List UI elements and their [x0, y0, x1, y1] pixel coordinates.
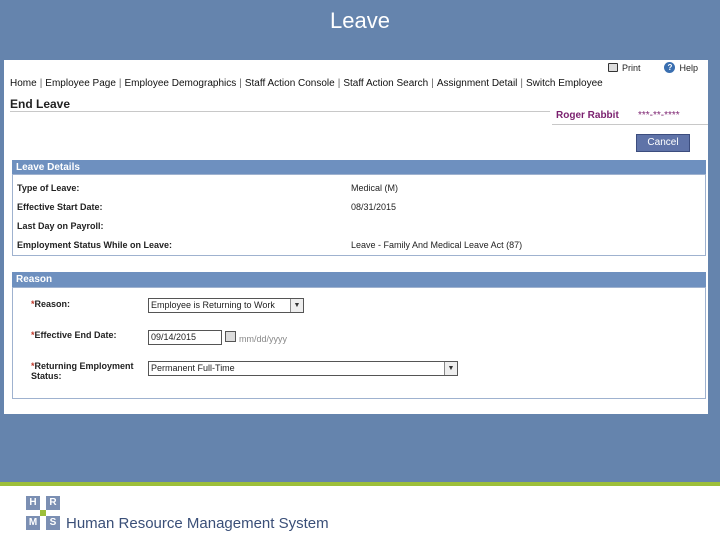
logo-letter: M [26, 516, 40, 530]
nav-link-staff-action-console[interactable]: Staff Action Console [245, 78, 335, 89]
slide-bottom-band [0, 414, 720, 482]
print-label: Print [621, 62, 641, 73]
detail-label: Type of Leave: [17, 183, 80, 193]
nav-link-employee-page[interactable]: Employee Page [45, 78, 116, 89]
printer-icon [607, 63, 618, 72]
employee-id: ***-**-**** [638, 110, 680, 121]
nav-link-switch-employee[interactable]: Switch Employee [526, 78, 603, 89]
detail-label: Last Day on Payroll: [17, 221, 104, 231]
system-name: Human Resource Management System [66, 515, 329, 532]
date-format-hint: mm/dd/yyyy [239, 334, 288, 344]
nav-separator: | [118, 78, 122, 89]
breadcrumb-nav: Home | Employee Page | Employee Demographics… [10, 78, 603, 89]
hrms-logo: H R M S [26, 496, 60, 530]
logo-letter: S [46, 516, 60, 530]
nav-separator: | [520, 78, 524, 89]
leave-details-panel: Type of Leave: Medical (M) Effective Sta… [12, 174, 706, 256]
employee-divider [552, 124, 708, 125]
returning-status-label: *Returning Employment Status: [31, 361, 134, 381]
reason-select[interactable]: Employee is Returning to Work ▼ [148, 298, 304, 313]
cancel-button[interactable]: Cancel [636, 134, 690, 152]
nav-link-employee-demographics[interactable]: Employee Demographics [125, 78, 237, 89]
reason-header: Reason [12, 272, 706, 287]
nav-link-home[interactable]: Home [10, 78, 37, 89]
utility-bar: Print ? Help [607, 62, 698, 73]
reason-select-value: Employee is Returning to Work [151, 300, 275, 310]
help-icon: ? [664, 62, 676, 73]
end-date-input[interactable]: 09/14/2015 [148, 330, 222, 345]
detail-value: Leave - Family And Medical Leave Act (87… [351, 240, 523, 250]
detail-value: 08/31/2015 [351, 202, 397, 212]
page-title: End Leave [10, 97, 71, 111]
slide-right-border [708, 60, 720, 415]
detail-value: Medical (M) [351, 183, 399, 193]
detail-label: Effective Start Date: [17, 202, 103, 212]
nav-link-assignment-detail[interactable]: Assignment Detail [437, 78, 518, 89]
nav-separator: | [431, 78, 434, 89]
calendar-icon[interactable] [225, 331, 236, 342]
leave-details-header: Leave Details [12, 160, 706, 175]
slide-title: Leave [330, 8, 390, 33]
employee-name: Roger Rabbit [556, 110, 619, 121]
end-date-label: *Effective End Date: [31, 330, 117, 340]
help-button[interactable]: ? Help [664, 62, 698, 73]
reason-panel: *Reason: Employee is Returning to Work ▼… [12, 287, 706, 399]
returning-status-value: Permanent Full-Time [151, 363, 235, 373]
nav-separator: | [39, 78, 43, 89]
detail-label: Employment Status While on Leave: [17, 240, 173, 250]
chevron-down-icon: ▼ [290, 299, 303, 312]
logo-center-mark [40, 510, 46, 516]
title-divider [10, 111, 550, 112]
logo-letter: R [46, 496, 60, 510]
returning-status-select[interactable]: Permanent Full-Time ▼ [148, 361, 458, 376]
chevron-down-icon: ▼ [444, 362, 457, 375]
nav-separator: | [239, 78, 242, 89]
logo-letter: H [26, 496, 40, 510]
print-button[interactable]: Print [607, 62, 641, 73]
app-screen: Print ? Help Home | Employee Page | Employee… [4, 60, 708, 414]
help-label: Help [679, 62, 698, 73]
accent-divider [0, 482, 720, 486]
reason-label: *Reason: [31, 299, 71, 309]
nav-link-staff-action-search[interactable]: Staff Action Search [343, 78, 428, 89]
